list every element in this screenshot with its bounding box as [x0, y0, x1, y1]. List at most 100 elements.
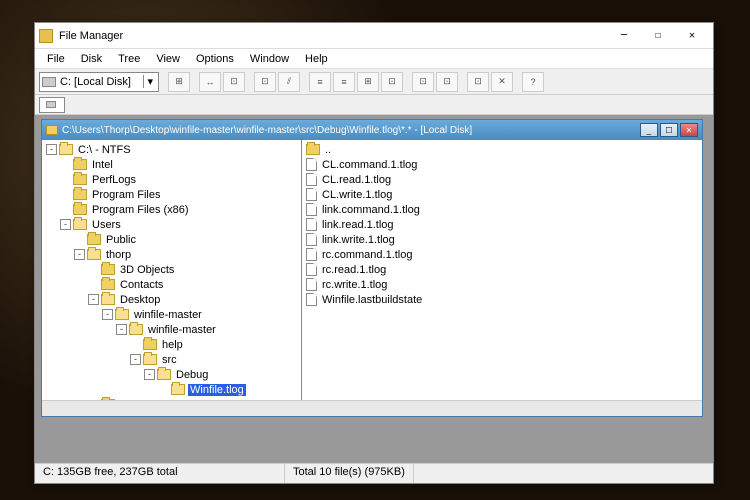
folder-icon	[73, 204, 87, 215]
child-minimize-button[interactable]: _	[640, 123, 658, 137]
toolbar-button-3[interactable]: ⊡	[254, 72, 276, 92]
child-close-button[interactable]: ✕	[680, 123, 698, 137]
file-item[interactable]: rc.write.1.tlog	[302, 277, 702, 292]
toolbar-button-8[interactable]: ⊡	[381, 72, 403, 92]
toolbar-button-4[interactable]: ⫽	[278, 72, 300, 92]
tree-scrollbar[interactable]	[42, 400, 302, 416]
menu-window[interactable]: Window	[242, 51, 297, 67]
tree-item-label: 3D Objects	[118, 264, 176, 276]
file-pane[interactable]: ..CL.command.1.tlogCL.read.1.tlogCL.writ…	[302, 140, 702, 400]
tree-pane[interactable]: -C:\ - NTFSIntelPerfLogsProgram Files Pro…	[42, 140, 302, 400]
tree-item[interactable]: 3D Objects	[42, 262, 301, 277]
toolbar-button-1[interactable]: ↔	[199, 72, 221, 92]
file-item[interactable]: CL.command.1.tlog	[302, 157, 702, 172]
toolbar-button-9[interactable]: ⊡	[412, 72, 434, 92]
file-item-label: rc.write.1.tlog	[320, 279, 389, 291]
tree-item[interactable]: -Users	[42, 217, 301, 232]
tree-item[interactable]: Intel	[42, 157, 301, 172]
file-item[interactable]: CL.read.1.tlog	[302, 172, 702, 187]
file-item[interactable]: CL.write.1.tlog	[302, 187, 702, 202]
expander-empty	[130, 339, 141, 350]
maximize-button[interactable]: ☐	[641, 25, 675, 47]
file-item[interactable]: Winfile.lastbuildstate	[302, 292, 702, 307]
file-item[interactable]: link.read.1.tlog	[302, 217, 702, 232]
file-item[interactable]: link.command.1.tlog	[302, 202, 702, 217]
tree-item[interactable]: Program Files (x86)	[42, 202, 301, 217]
close-button[interactable]: ✕	[675, 25, 709, 47]
menu-options[interactable]: Options	[188, 51, 242, 67]
menu-view[interactable]: View	[148, 51, 188, 67]
collapse-icon[interactable]: -	[60, 219, 71, 230]
tree-item[interactable]: -Debug	[42, 367, 301, 382]
tree-item[interactable]: Public	[42, 232, 301, 247]
collapse-icon[interactable]: -	[116, 324, 127, 335]
tree-item[interactable]: Contacts	[42, 277, 301, 292]
toolbar-button-5[interactable]: ≡	[309, 72, 331, 92]
up-folder-icon	[306, 144, 320, 155]
menu-help[interactable]: Help	[297, 51, 336, 67]
tree-item[interactable]: PerfLogs	[42, 172, 301, 187]
tree-item[interactable]: - Desktop	[42, 292, 301, 307]
tree-item[interactable]: -winfile-master	[42, 307, 301, 322]
collapse-icon[interactable]: -	[88, 294, 99, 305]
file-item[interactable]: link.write.1.tlog	[302, 232, 702, 247]
expander-empty	[60, 159, 71, 170]
toolbar-button-11[interactable]: ⊡	[467, 72, 489, 92]
drive-icon	[46, 101, 56, 108]
menu-file[interactable]: File	[39, 51, 73, 67]
minimize-button[interactable]: ─	[607, 25, 641, 47]
toolbar-button-2[interactable]: ⊡	[223, 72, 245, 92]
tree-item-label: Desktop	[118, 294, 162, 306]
statusbar: C: 135GB free, 237GB total Total 10 file…	[35, 463, 713, 483]
collapse-icon[interactable]: -	[144, 369, 155, 380]
drive-selector[interactable]: C: [Local Disk] ▾	[39, 72, 159, 92]
toolbar-button-6[interactable]: ≡	[333, 72, 355, 92]
folder-icon	[115, 309, 129, 320]
toolbar-button-0[interactable]: ⊞	[168, 72, 190, 92]
file-manager-window: File Manager ─ ☐ ✕ File Disk Tree View O…	[34, 22, 714, 484]
drive-c-button[interactable]	[39, 97, 65, 113]
folder-icon	[101, 264, 115, 275]
file-item[interactable]: rc.command.1.tlog	[302, 247, 702, 262]
toolbar-button-12[interactable]: ✕	[491, 72, 513, 92]
tree-item-label: src	[160, 354, 179, 366]
titlebar[interactable]: File Manager ─ ☐ ✕	[35, 23, 713, 49]
tree-item[interactable]: Winfile.tlog	[42, 382, 301, 397]
collapse-icon[interactable]: -	[46, 144, 57, 155]
app-icon	[39, 29, 53, 43]
child-titlebar[interactable]: C:\Users\Thorp\Desktop\winfile-master\wi…	[42, 120, 702, 140]
tree-item[interactable]: help	[42, 337, 301, 352]
child-window-title: C:\Users\Thorp\Desktop\winfile-master\wi…	[62, 125, 640, 136]
expander-empty	[60, 189, 71, 200]
folder-icon	[73, 189, 87, 200]
toolbar-button-7[interactable]: ⊞	[357, 72, 379, 92]
file-scrollbar[interactable]	[302, 400, 702, 416]
status-disk: C: 135GB free, 237GB total	[35, 464, 285, 483]
folder-icon	[143, 339, 157, 350]
tree-item-label: help	[160, 339, 185, 351]
file-item-label: link.read.1.tlog	[320, 219, 396, 231]
tree-item[interactable]: -C:\ - NTFS	[42, 142, 301, 157]
collapse-icon[interactable]: -	[130, 354, 141, 365]
folder-icon	[101, 294, 115, 305]
tree-item[interactable]: Program Files	[42, 187, 301, 202]
collapse-icon[interactable]: -	[102, 309, 113, 320]
tree-item[interactable]: -thorp	[42, 247, 301, 262]
tree-item-label: Contacts	[118, 279, 165, 291]
tree-item[interactable]: -winfile-master	[42, 322, 301, 337]
tree-item-label: Program Files (x86)	[90, 204, 191, 216]
toolbar-button-13[interactable]: ?	[522, 72, 544, 92]
toolbar: C: [Local Disk] ▾ ⊞↔⊡⊡⫽≡≡⊞⊡⊡⊡⊡✕?	[35, 69, 713, 95]
parent-dir-item[interactable]: ..	[302, 142, 702, 157]
folder-icon	[87, 234, 101, 245]
child-maximize-button[interactable]: ☐	[660, 123, 678, 137]
drive-selector-label: C: [Local Disk]	[60, 76, 131, 88]
toolbar-button-10[interactable]: ⊡	[436, 72, 458, 92]
collapse-icon[interactable]: -	[74, 249, 85, 260]
file-item[interactable]: rc.read.1.tlog	[302, 262, 702, 277]
menu-tree[interactable]: Tree	[110, 51, 148, 67]
tree-item[interactable]: - src	[42, 352, 301, 367]
folder-icon	[129, 324, 143, 335]
tree-item-label: Winfile.tlog	[188, 384, 246, 396]
menu-disk[interactable]: Disk	[73, 51, 110, 67]
